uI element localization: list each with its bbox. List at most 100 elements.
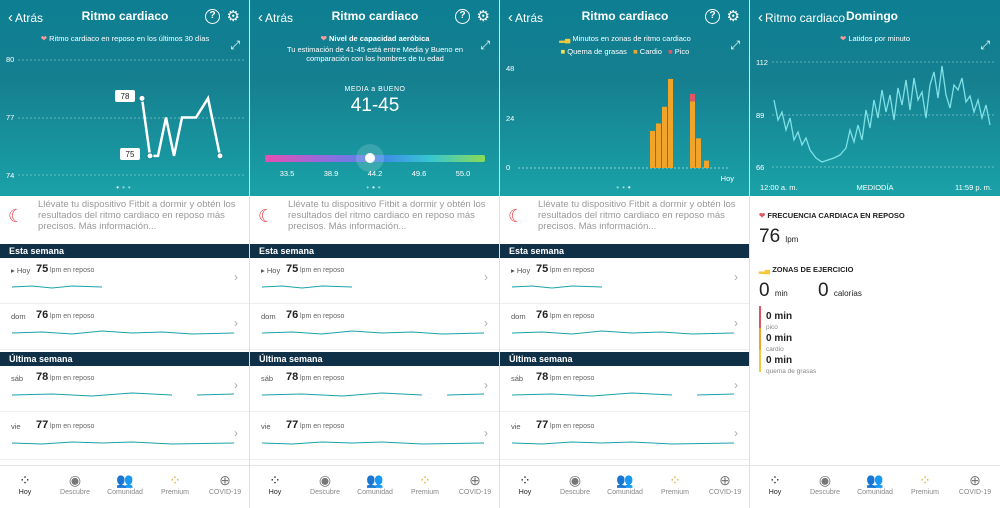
tab-hoy[interactable]: ⁘ Hoy: [250, 471, 300, 496]
page-dots: •••: [116, 183, 134, 192]
panel-day-detail: ‹ Ritmo cardiaco Domingo ❤ Latidos por mi…: [750, 0, 1000, 508]
day-row[interactable]: dom 76 lpm en reposo ›: [250, 304, 499, 350]
page-dots: •••: [366, 183, 384, 192]
chevron-right-icon: ›: [484, 316, 488, 330]
tab-hoy[interactable]: ⁘ Hoy: [750, 471, 800, 496]
more-info-link[interactable]: Más información...: [79, 221, 157, 232]
day-value: 75: [286, 263, 299, 275]
day-row[interactable]: ▸ Hoy 75 lpm en reposo ›: [0, 258, 249, 304]
tab-bar: ⁘ Hoy ◉ Descubre 👥 Comunidad ⁘ Premium ⊕ COVI…: [0, 465, 249, 508]
day-row[interactable]: sáb 78 lpm en reposo ›: [0, 366, 249, 412]
tab-descubre[interactable]: ◉ Descubre: [800, 471, 850, 496]
plus-circle-icon: ⊕: [219, 472, 231, 488]
zone-label: quema de grasas: [766, 368, 817, 375]
day-unit: lpm en reposo: [50, 423, 95, 430]
chevron-right-icon: ›: [484, 270, 488, 284]
x-tick: 11:59 p. m.: [955, 183, 992, 192]
zone-value: 0 min: [766, 333, 793, 344]
day-row[interactable]: ▸ Hoy 75 lpm en reposo ›: [500, 258, 749, 304]
scale-tick: 33.5: [279, 169, 295, 178]
fitness-scale: [265, 144, 485, 172]
day-sparkline: [262, 330, 484, 335]
day-name: dom: [511, 312, 526, 321]
sleep-tip[interactable]: ☾ Llévate tu dispositivo Fitbit a dormir…: [250, 196, 499, 244]
tab-descubre[interactable]: ◉ Descubre: [50, 471, 100, 496]
day-row[interactable]: dom 76 lpm en reposo ›: [0, 304, 249, 350]
tab-comunidad[interactable]: 👥 Comunidad: [600, 471, 650, 496]
chevron-right-icon: ›: [734, 426, 738, 440]
day-row[interactable]: vie 77 lpm en reposo ›: [500, 414, 749, 460]
bar: [704, 160, 709, 168]
tab-hoy[interactable]: ⁘ Hoy: [0, 471, 50, 496]
tab-premium[interactable]: ⁘ Premium: [650, 471, 700, 496]
day-value: 75: [536, 263, 549, 275]
day-name: ▸ Hoy: [511, 266, 531, 275]
more-info-link[interactable]: Más información...: [329, 221, 407, 232]
tab-premium[interactable]: ⁘ Premium: [400, 471, 450, 496]
sleep-tip[interactable]: ☾ Llévate tu dispositivo Fitbit a dormir…: [0, 196, 249, 244]
day-row[interactable]: vie 77 lpm en reposo ›: [0, 414, 249, 460]
series-line: [140, 95, 222, 158]
plus-circle-icon: ⊕: [969, 472, 981, 488]
x-label: Hoy: [720, 174, 734, 183]
header-area: ‹ Atrás Ritmo cardiaco ? ⚙ ❤ Ritmo cardia…: [0, 0, 249, 196]
day-sparkline: [262, 441, 484, 445]
zones-header: ▂▄ ZONAS DE EJERCICIO: [759, 265, 854, 274]
resting-value: 76 lpm: [759, 226, 799, 247]
tip-text: Llévate tu dispositivo Fitbit a dormir y…: [38, 199, 236, 232]
zone-value: 0 min: [766, 311, 793, 322]
chevron-right-icon: ›: [734, 270, 738, 284]
day-sparkline: [12, 441, 234, 445]
tab-covid[interactable]: ⊕ COVID-19: [450, 471, 499, 496]
callout-label: 78: [121, 92, 130, 101]
day-row[interactable]: dom 76 lpm en reposo ›: [500, 304, 749, 350]
day-sparkline: [512, 330, 734, 335]
day-sparkline: [512, 285, 603, 289]
panel-resting-hr: ‹ Atrás Ritmo cardiaco ? ⚙ ❤ Ritmo cardia…: [0, 0, 250, 508]
day-name: sáb: [11, 374, 24, 383]
day-row[interactable]: sáb 78 lpm en reposo ›: [500, 366, 749, 412]
chevron-right-icon: ›: [484, 426, 488, 440]
tab-descubre[interactable]: ◉ Descubre: [550, 471, 600, 496]
tab-premium[interactable]: ⁘ Premium: [150, 471, 200, 496]
zones-calories: 0 calorías: [818, 280, 862, 301]
more-info-link[interactable]: Más información...: [579, 221, 657, 232]
screens: ‹ Atrás Ritmo cardiaco ? ⚙ ❤ Ritmo cardia…: [0, 0, 1000, 508]
moon-heart-icon: ☾: [258, 206, 275, 226]
day-name: vie: [11, 422, 21, 431]
day-name: ▸ Hoy: [261, 266, 281, 275]
day-value: 75: [36, 263, 49, 275]
plus-circle-icon: ⊕: [719, 472, 731, 488]
day-row[interactable]: vie 77 lpm en reposo ›: [250, 414, 499, 460]
zones-minutes: 0 min: [759, 280, 788, 301]
fitbit-dots-icon: ⁘: [519, 472, 531, 488]
tab-covid[interactable]: ⊕ COVID-19: [950, 471, 1000, 496]
tab-comunidad[interactable]: 👥 Comunidad: [850, 471, 900, 496]
panel-hr-zones: ‹ Atrás Ritmo cardiaco ? ⚙ ▂▄ Minutos en …: [500, 0, 750, 508]
sleep-tip[interactable]: ☾ Llévate tu dispositivo Fitbit a dormir…: [500, 196, 749, 244]
chevron-right-icon: ›: [234, 426, 238, 440]
compass-icon: ◉: [318, 472, 332, 488]
day-sparkline: [12, 285, 103, 289]
day-name: vie: [511, 422, 521, 431]
tab-comunidad[interactable]: 👥 Comunidad: [100, 471, 150, 496]
day-sparkline: [262, 392, 484, 397]
tab-hoy[interactable]: ⁘ Hoy: [500, 471, 550, 496]
day-unit: lpm en reposo: [550, 313, 595, 320]
tab-covid[interactable]: ⊕ COVID-19: [200, 471, 249, 496]
day-row[interactable]: sáb 78 lpm en reposo ›: [250, 366, 499, 412]
day-name: dom: [261, 312, 276, 321]
section-this-week: Esta semana: [500, 244, 749, 258]
day-row[interactable]: ▸ Hoy 75 lpm en reposo ›: [250, 258, 499, 304]
tab-comunidad[interactable]: 👥 Comunidad: [350, 471, 400, 496]
section-this-week: Esta semana: [0, 244, 249, 258]
day-value: 77: [286, 419, 299, 431]
day-sparkline: [12, 392, 234, 397]
tab-premium[interactable]: ⁘ Premium: [900, 471, 950, 496]
fitbit-dots-icon: ⁘: [269, 472, 281, 488]
chevron-right-icon: ›: [234, 378, 238, 392]
tab-covid[interactable]: ⊕ COVID-19: [700, 471, 749, 496]
day-name: sáb: [261, 374, 274, 383]
tab-descubre[interactable]: ◉ Descubre: [300, 471, 350, 496]
scale-tick: 38.9: [323, 169, 339, 178]
